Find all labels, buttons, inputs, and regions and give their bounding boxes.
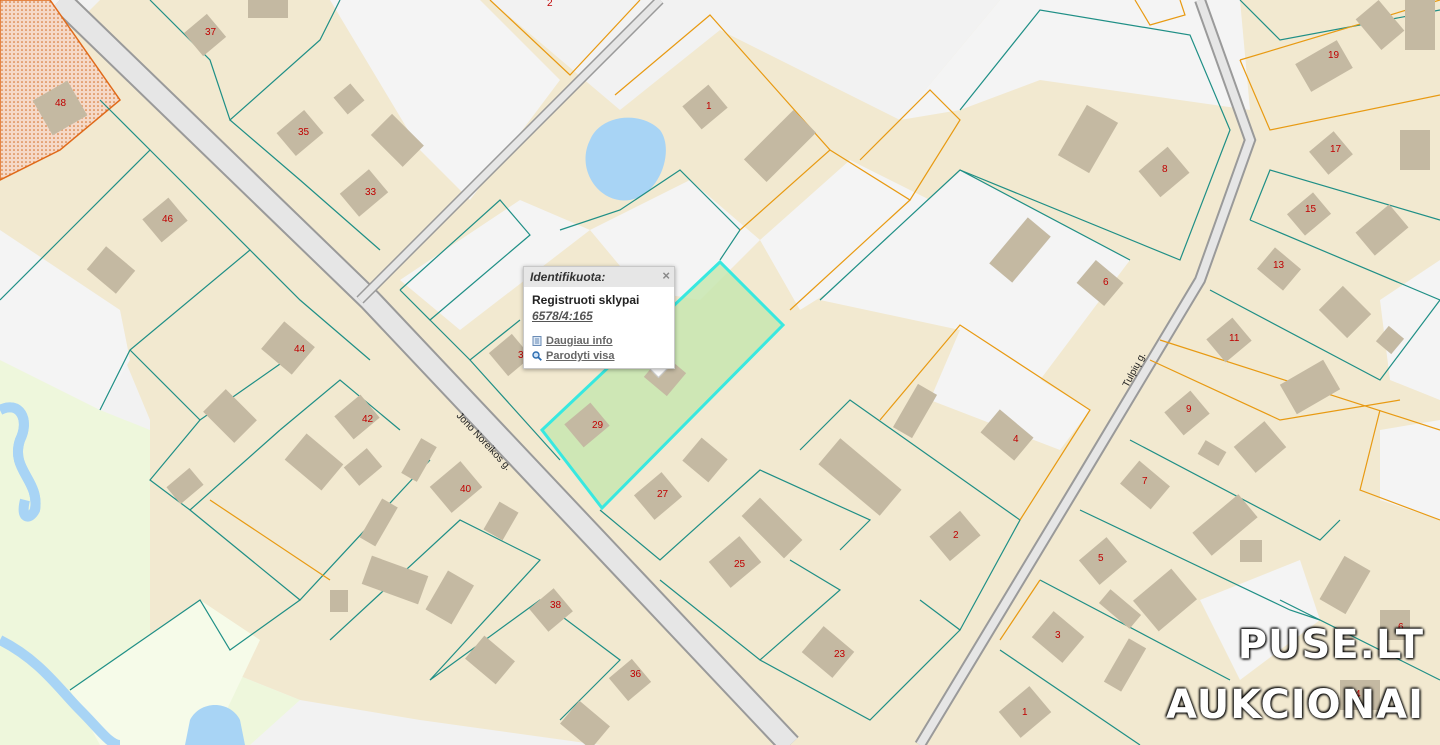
popup-header: Identifikuota: × — [524, 267, 674, 287]
house-number-15: 15 — [1305, 204, 1317, 215]
house-number-36: 36 — [630, 669, 642, 680]
house-number-5: 5 — [1098, 553, 1104, 564]
house-number-2-top: 2 — [547, 0, 553, 9]
house-number-38: 38 — [550, 600, 562, 611]
house-number-2: 2 — [953, 530, 959, 541]
house-number-40: 40 — [460, 484, 472, 495]
house-number-25: 25 — [734, 559, 746, 570]
parcel-id-link[interactable]: 6578/4:165 — [532, 309, 666, 323]
house-number-3: 3 — [1055, 630, 1061, 641]
more-info-link[interactable]: Daugiau info — [532, 335, 666, 347]
house-number-13: 13 — [1273, 260, 1285, 271]
house-number-44: 44 — [294, 344, 306, 355]
house-number-9: 9 — [1186, 404, 1192, 415]
watermark-line-2: AUKCIONAI — [1166, 682, 1424, 728]
house-number-8: 8 — [1162, 164, 1168, 175]
house-number-27: 27 — [657, 489, 669, 500]
show-all-label: Parodyti visa — [546, 350, 615, 362]
house-number-6: 6 — [1103, 277, 1109, 288]
house-number-4: 4 — [1013, 434, 1019, 445]
magnifier-icon — [532, 351, 542, 361]
house-number-17: 17 — [1330, 144, 1342, 155]
document-icon — [532, 336, 542, 346]
house-number-46: 46 — [162, 214, 174, 225]
house-number-33: 33 — [365, 187, 377, 198]
house-number-1-top: 1 — [706, 101, 712, 112]
house-number-11: 11 — [1229, 333, 1240, 344]
house-number-19: 19 — [1328, 50, 1340, 61]
house-number-35: 35 — [298, 127, 310, 138]
close-button[interactable]: × — [662, 268, 670, 283]
popup-title: Identifikuota: — [530, 270, 606, 284]
house-number-1-bottom: 1 — [1022, 707, 1028, 718]
watermark-line-1: PUSE.LT — [1237, 622, 1424, 668]
popup-layer-name: Registruoti sklypai — [532, 293, 640, 307]
house-number-37: 37 — [205, 27, 217, 38]
cadastral-map[interactable]: 37 48 35 33 46 44 42 40 38 36 31 29 27 2… — [0, 0, 1440, 745]
house-number-7: 7 — [1142, 476, 1148, 487]
house-number-48: 48 — [55, 98, 67, 109]
identify-popup: Identifikuota: × Registruoti sklypai 657… — [523, 266, 675, 369]
house-number-42: 42 — [362, 414, 374, 425]
house-number-23: 23 — [834, 649, 846, 660]
house-number-29: 29 — [592, 420, 604, 431]
more-info-label: Daugiau info — [546, 335, 613, 347]
show-all-link[interactable]: Parodyti visa — [532, 350, 666, 362]
